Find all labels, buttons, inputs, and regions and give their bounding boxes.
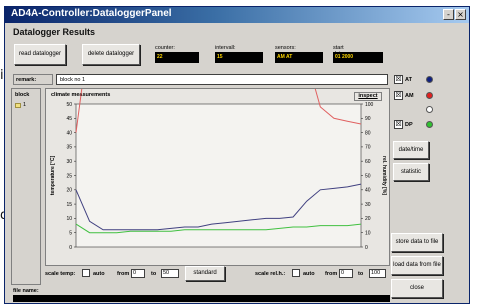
panel-title: Datalogger Results xyxy=(13,27,96,37)
sensors-value: AM AT xyxy=(275,52,323,63)
folder-icon xyxy=(15,102,21,108)
scale-temp-auto-label: auto xyxy=(93,271,105,277)
y-axis-left-label: temperature [°C] xyxy=(50,156,56,196)
right-tick-label: 0 xyxy=(365,245,368,251)
scale-temp-to-input[interactable]: 50 xyxy=(161,269,179,278)
block-item-label: 1 xyxy=(23,102,27,108)
scale-temp-from-input[interactable]: 0 xyxy=(131,269,145,278)
read-datalogger-button[interactable]: read datalogger xyxy=(14,44,66,65)
left-tick-label: 10 xyxy=(66,216,72,222)
counter-label: counter: xyxy=(155,45,175,51)
scale-rh-auto-label: auto xyxy=(303,271,315,277)
file-name-label: file name: xyxy=(13,288,39,294)
window-title: AD4A-Controller:DataloggerPanel xyxy=(11,8,172,19)
scale-rh-from-label: from xyxy=(325,271,338,277)
legend-am-color-dot xyxy=(426,92,433,99)
store-data-button[interactable]: store data to file xyxy=(391,233,443,252)
title-bar[interactable]: AD4A-Controller:DataloggerPanel - × xyxy=(5,7,469,23)
left-tick-label: 20 xyxy=(66,188,72,194)
chart-plot: 5045403530252015105010090807060504030201… xyxy=(50,89,387,251)
scale-temp-auto-checkbox[interactable] xyxy=(82,269,90,277)
date-time-button[interactable]: date/time xyxy=(393,141,429,159)
counter-value: 22 xyxy=(155,52,199,63)
block-list: block 1 xyxy=(11,88,41,285)
left-tick-label: 25 xyxy=(66,173,72,179)
scale-rh-label: scale rel.h.: xyxy=(255,271,286,277)
intervall-label: intervall: xyxy=(215,45,236,51)
scale-temp-label: scale temp: xyxy=(45,271,76,277)
right-tick-label: 90 xyxy=(365,116,371,122)
statistic-button[interactable]: statistic xyxy=(393,163,429,181)
remark-label: remark: xyxy=(13,74,53,85)
left-tick-label: 5 xyxy=(69,231,72,237)
scale-temp-to-label: to xyxy=(151,271,157,277)
left-tick-label: 0 xyxy=(69,245,72,251)
right-tick-label: 50 xyxy=(365,173,371,179)
right-tick-label: 20 xyxy=(365,216,371,222)
right-tick-label: 60 xyxy=(365,159,371,165)
legend-dp-label: DP xyxy=(405,122,413,128)
left-tick-label: 40 xyxy=(66,130,72,136)
legend-empty-color-dot xyxy=(426,106,433,113)
legend-at-label: AT xyxy=(405,77,412,83)
load-data-button[interactable]: load data from file xyxy=(391,256,443,275)
scale-rh-auto-checkbox[interactable] xyxy=(292,269,300,277)
climate-chart: climate measurements inspect 50 45 40 35 30 2… xyxy=(45,88,390,266)
legend-dp-checkbox[interactable]: ☒ xyxy=(394,120,403,129)
left-tick-label: 30 xyxy=(66,159,72,165)
right-tick-label: 30 xyxy=(365,202,371,208)
block-label: block xyxy=(15,92,30,98)
file-name-field[interactable] xyxy=(13,295,390,302)
legend-at-checkbox[interactable]: ☒ xyxy=(394,75,403,84)
scale-rh-to-label: to xyxy=(358,271,364,277)
delete-datalogger-button[interactable]: delete datalogger xyxy=(82,44,140,65)
remark-input[interactable]: block no 1 xyxy=(56,74,388,85)
right-tick-label: 10 xyxy=(365,231,371,237)
right-tick-label: 70 xyxy=(365,145,371,151)
block-item-1[interactable]: 1 xyxy=(15,102,26,108)
left-tick-label: 15 xyxy=(66,202,72,208)
legend-am-label: AM xyxy=(405,93,414,99)
legend-at-color-dot xyxy=(426,76,433,83)
left-tick-label: 50 xyxy=(66,102,72,108)
legend-am-checkbox[interactable]: ☒ xyxy=(394,91,403,100)
scale-rh-from-input[interactable]: 0 xyxy=(339,269,353,278)
scale-rh-to-input[interactable]: 100 xyxy=(369,269,386,278)
left-tick-label: 45 xyxy=(66,116,72,122)
datalogger-window: AD4A-Controller:DataloggerPanel - × Data… xyxy=(4,6,470,304)
minimize-button[interactable]: - xyxy=(443,9,454,20)
left-tick-label: 35 xyxy=(66,145,72,151)
scale-temp-from-label: from xyxy=(117,271,130,277)
y-axis-right-label: rel. humidity [%] xyxy=(381,156,387,195)
right-tick-label: 80 xyxy=(365,130,371,136)
right-tick-label: 40 xyxy=(365,188,371,194)
legend-dp-color-dot xyxy=(426,121,433,128)
close-button[interactable]: close xyxy=(391,279,443,298)
standard-button[interactable]: standard xyxy=(185,266,225,281)
close-window-button[interactable]: × xyxy=(455,9,466,20)
start-date-value: 01 2000 xyxy=(333,52,383,63)
sensors-label: sensors: xyxy=(275,45,296,51)
right-tick-label: 100 xyxy=(365,102,374,108)
screen: it d AD4A-Controller:DataloggerPanel - ×… xyxy=(0,0,478,306)
intervall-value: 15 xyxy=(215,52,263,63)
